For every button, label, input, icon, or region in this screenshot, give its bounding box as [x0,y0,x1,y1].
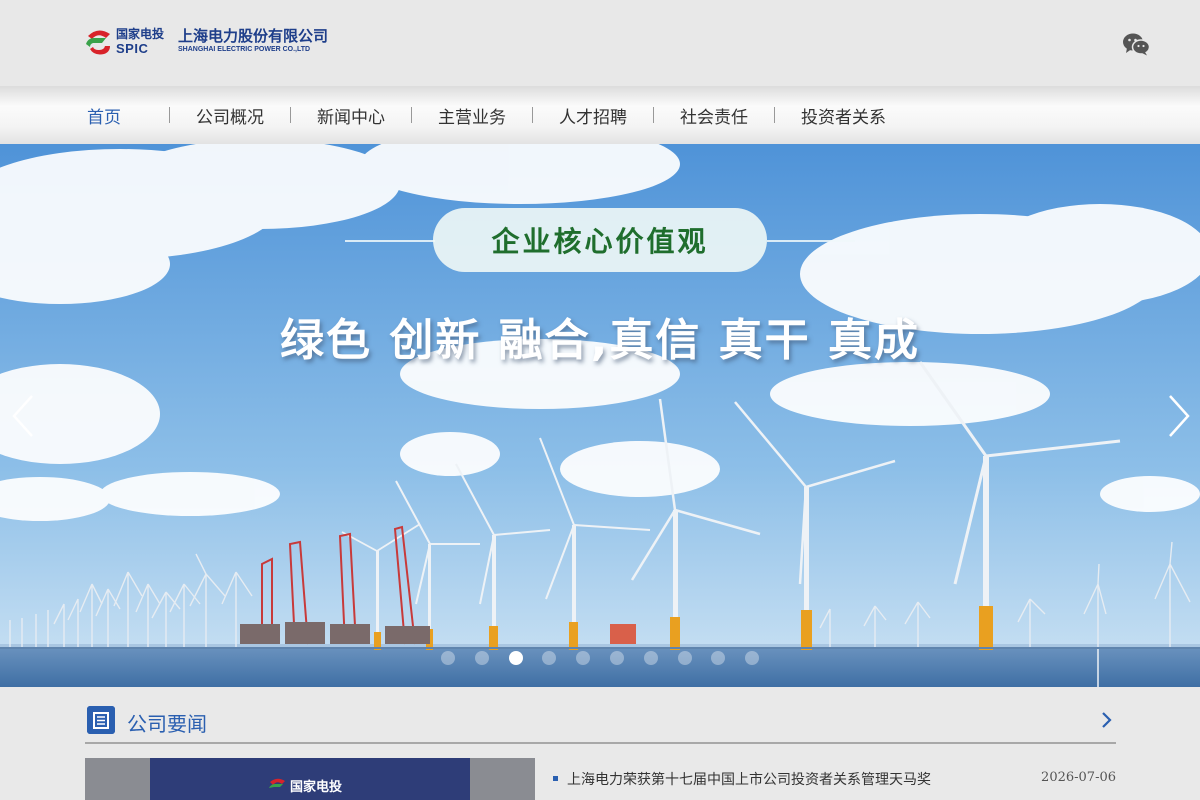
nav-item-responsibility[interactable]: 社会责任 [654,103,774,128]
news-icon [87,706,115,734]
carousel-dot-9[interactable] [711,651,726,665]
carousel-dot-7[interactable] [643,651,658,665]
hero-carousel[interactable]: 企业核心价值观 绿色 创新 融合,真信 真干 真成 [0,144,1200,687]
chevron-right-icon[interactable] [1100,710,1114,730]
values-title: 企业核心价值观 [491,225,709,258]
site-header: 国家电投 SPIC 上海电力股份有限公司 SHANGHAI ELECTRIC P… [0,0,1200,86]
logo-group-en: SPIC [116,41,149,56]
carousel-pagination [441,651,779,665]
chevron-left-icon[interactable] [8,392,38,440]
carousel-dot-5[interactable] [576,651,591,665]
news-section-title: 公司要闻 [127,712,207,736]
carousel-dot-2[interactable] [474,651,489,665]
nav-item-news[interactable]: 新闻中心 [291,103,411,128]
news-photo[interactable]: 国家电投 [85,758,535,800]
nav-item-investors[interactable]: 投资者关系 [775,103,912,128]
news-item-date: 2026-07-06 [1041,770,1116,785]
news-photo-logo-text: 国家电投 [290,779,342,795]
nav-item-careers[interactable]: 人才招聘 [533,103,653,128]
logo-company-en: SHANGHAI ELECTRIC POWER CO.,LTD [178,46,311,53]
title-line-left [345,240,435,242]
logo-company-cn: 上海电力股份有限公司 [178,27,329,45]
carousel-dot-3[interactable] [508,651,523,665]
spic-logo-mark [86,30,110,55]
nav-list: 首页 公司概况 新闻中心 主营业务 人才招聘 社会责任 投资者关系 [85,86,912,144]
wechat-icon[interactable] [1122,32,1150,56]
title-line-right [767,240,855,242]
news-item-title[interactable]: 上海电力荣获第十七届中国上市公司投资者关系管理天马奖 [567,769,931,789]
chevron-right-icon[interactable] [1164,392,1194,440]
banner-slogan: 绿色 创新 融合,真信 真干 真成 [280,315,920,366]
nav-item-home[interactable]: 首页 [85,103,169,128]
news-list-item[interactable]: 上海电力荣获第十七届中国上市公司投资者关系管理天马奖 2026-07-06 [551,769,1116,789]
main-nav: 首页 公司概况 新闻中心 主营业务 人才招聘 社会责任 投资者关系 [0,86,1200,144]
news-section-header: 公司要闻 [85,702,1116,744]
carousel-dot-10[interactable] [745,651,760,665]
carousel-dot-8[interactable] [677,651,692,665]
values-title-badge: 企业核心价值观 [433,208,767,272]
company-logo[interactable]: 国家电投 SPIC 上海电力股份有限公司 SHANGHAI ELECTRIC P… [84,24,374,64]
carousel-dot-4[interactable] [542,651,557,665]
bullet-icon [553,776,558,781]
carousel-dot-6[interactable] [609,651,624,665]
nav-item-about[interactable]: 公司概况 [170,103,290,128]
logo-group-cn: 国家电投 [116,27,165,41]
nav-item-business[interactable]: 主营业务 [412,103,532,128]
carousel-dot-1[interactable] [441,651,455,665]
news-photo-image: 国家电投 [85,758,535,800]
